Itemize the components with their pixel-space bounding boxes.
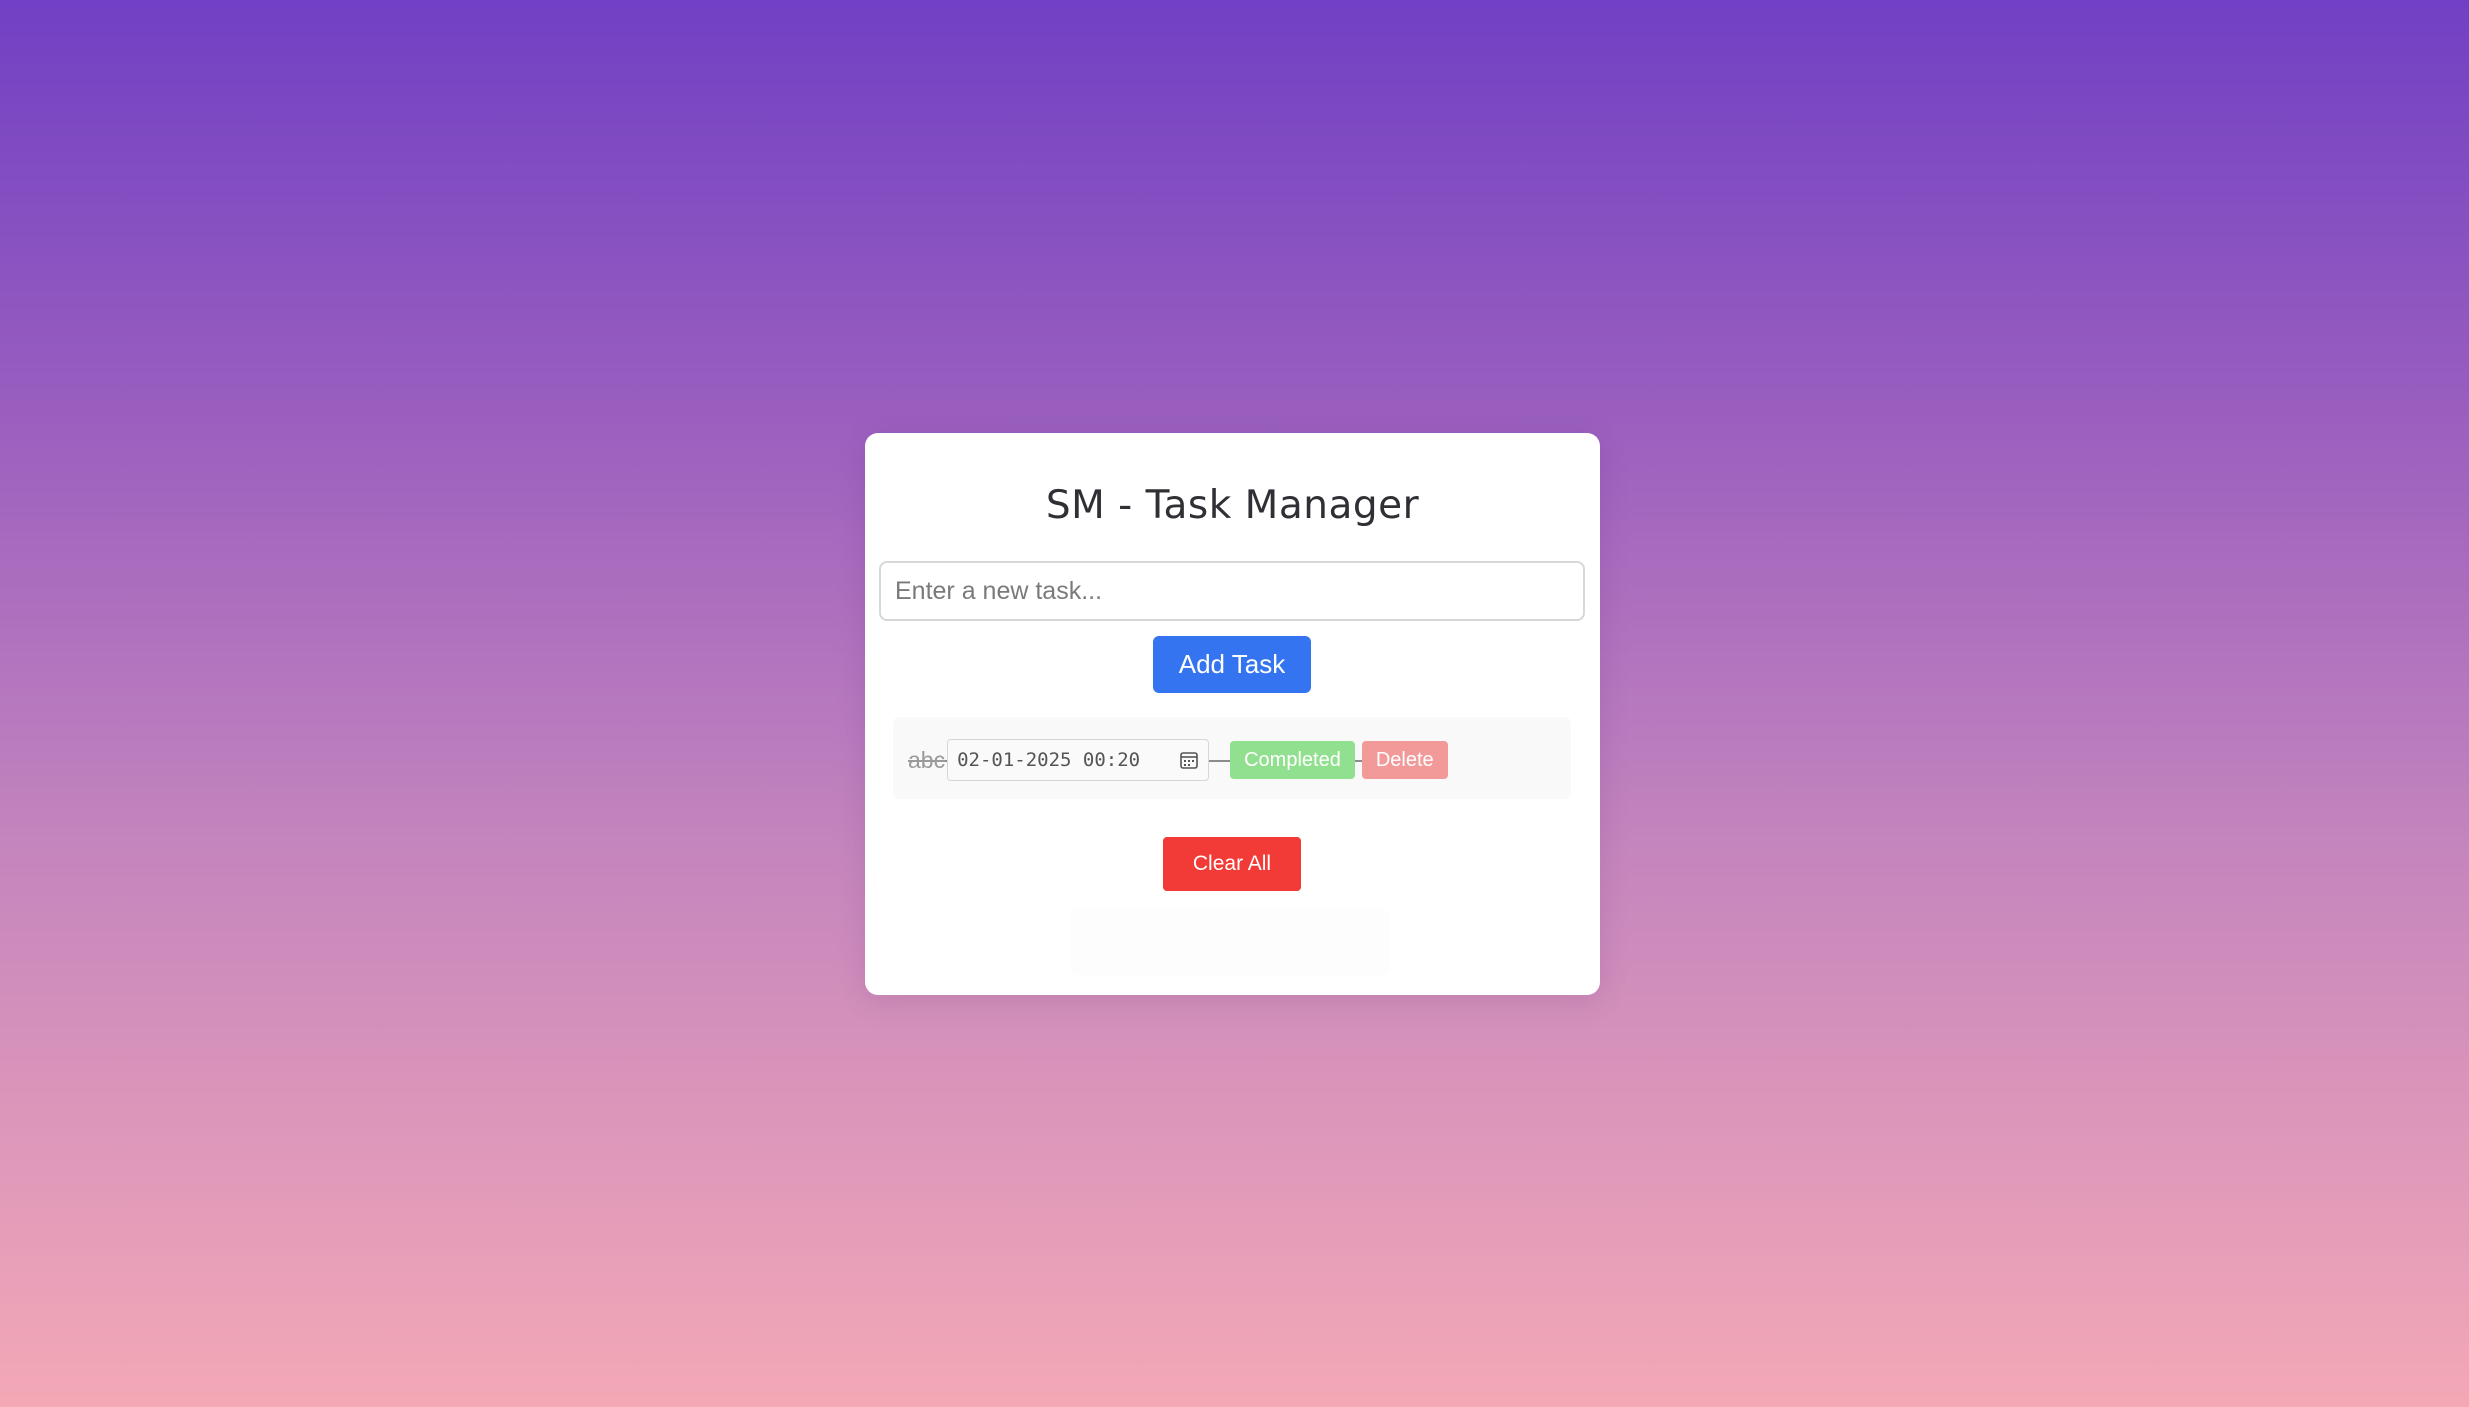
new-task-input[interactable] bbox=[879, 561, 1585, 621]
task-item: abc 02-01-2025 00:20 Completed Delete bbox=[908, 739, 1448, 781]
strike-line bbox=[1354, 759, 1362, 762]
due-date-value: 02-01-2025 00:20 bbox=[957, 749, 1141, 771]
task-list: abc 02-01-2025 00:20 Completed Delete bbox=[893, 717, 1571, 799]
clear-all-button[interactable]: Clear All bbox=[1163, 837, 1301, 891]
task-due-date-input[interactable]: 02-01-2025 00:20 bbox=[947, 739, 1210, 781]
delete-task-button[interactable]: Delete bbox=[1361, 741, 1448, 779]
add-task-button[interactable]: Add Task bbox=[1153, 636, 1311, 693]
page-title: SM - Task Manager bbox=[1045, 483, 1420, 528]
calendar-icon[interactable] bbox=[1179, 750, 1199, 770]
complete-task-button[interactable]: Completed bbox=[1230, 741, 1355, 779]
strike-line bbox=[1209, 759, 1231, 762]
task-text[interactable]: abc bbox=[908, 747, 945, 774]
task-manager-card: SM - Task Manager Add Task abc 02-01-202… bbox=[865, 433, 1600, 995]
empty-placeholder-block bbox=[1070, 909, 1390, 975]
